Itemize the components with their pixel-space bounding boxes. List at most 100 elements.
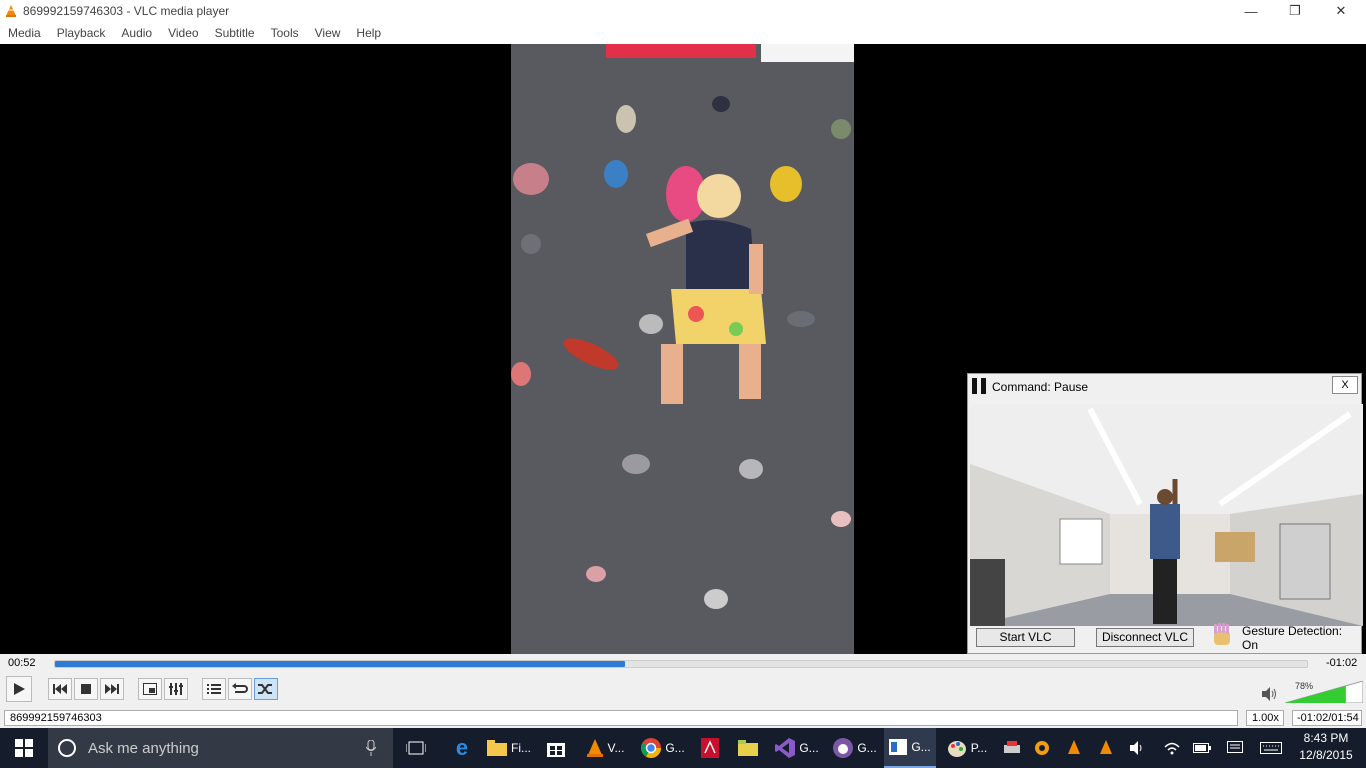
folder-icon [738, 740, 758, 756]
microphone-icon[interactable] [366, 740, 376, 756]
menu-audio[interactable]: Audio [113, 26, 160, 40]
play-button[interactable] [6, 676, 32, 702]
gesture-close-button[interactable]: X [1332, 376, 1358, 394]
restore-button[interactable]: ❐ [1272, 0, 1318, 22]
minimize-button[interactable]: — [1228, 0, 1274, 22]
fullscreen-icon [143, 683, 157, 695]
time-display[interactable]: -01:02/01:54 [1292, 710, 1362, 726]
task-view-icon [406, 741, 426, 755]
disconnect-vlc-button[interactable]: Disconnect VLC [1096, 628, 1194, 647]
loop-button[interactable] [228, 678, 252, 700]
menu-tools[interactable]: Tools [263, 26, 307, 40]
next-button[interactable] [100, 678, 124, 700]
seek-bar[interactable] [54, 660, 1308, 668]
taskbar-app-label: P... [970, 741, 988, 755]
visual-studio-icon [775, 738, 796, 758]
hand-gesture-icon [1214, 623, 1230, 645]
taskbar-chrome-button[interactable]: G... [636, 728, 690, 768]
play-icon [14, 683, 25, 695]
volume-tray-button[interactable] [1126, 728, 1150, 768]
taskbar-app-label: G... [799, 741, 819, 755]
cortana-search-box[interactable]: Ask me anything [48, 728, 393, 768]
store-icon [547, 743, 565, 757]
tray-app-icon[interactable] [1094, 728, 1118, 768]
camera-feed [970, 404, 1363, 626]
vlc-cone-icon [586, 739, 603, 757]
equalizer-icon [169, 683, 183, 695]
taskbar-gesture-app-button[interactable]: G... [884, 728, 936, 768]
vlc-cone-icon [1100, 740, 1112, 754]
status-bar: 869992159746303 1.00x -01:02/01:54 [0, 708, 1366, 728]
taskbar-app-label: G... [665, 741, 685, 755]
file-explorer-button[interactable]: Fi... [482, 728, 536, 768]
seek-progress [55, 661, 625, 667]
taskbar: Ask me anything e Fi... V... G... G... G… [0, 728, 1366, 768]
gesture-window-header: Command: Pause X [968, 374, 1361, 399]
folder-icon [487, 740, 507, 756]
taskbar-app-label: G... [857, 741, 877, 755]
speaker-icon[interactable] [1262, 687, 1278, 701]
taskbar-paint-button[interactable]: P... [940, 728, 994, 768]
filename-display: 869992159746303 [4, 710, 1238, 726]
windows-logo-icon [15, 739, 33, 757]
shuffle-button[interactable] [254, 678, 278, 700]
vlc-cone-icon [6, 5, 16, 17]
taskbar-app-label: V... [607, 741, 625, 755]
taskbar-folder-button[interactable] [732, 728, 764, 768]
pause-icon [972, 378, 986, 394]
playlist-button[interactable] [202, 678, 226, 700]
playlist-icon [207, 684, 221, 694]
elapsed-time: 00:52 [8, 657, 36, 669]
tray-app-icon[interactable] [1000, 728, 1024, 768]
volume-label: 78% [1295, 681, 1314, 691]
command-label: Command: Pause [992, 380, 1089, 394]
extended-settings-button[interactable] [164, 678, 188, 700]
stop-button[interactable] [74, 678, 98, 700]
tray-app-icon[interactable] [1030, 728, 1054, 768]
search-placeholder: Ask me anything [88, 739, 199, 757]
taskbar-acrobat-button[interactable] [694, 728, 726, 768]
clock-date: 12/8/2015 [1299, 748, 1353, 762]
action-center-button[interactable] [1222, 728, 1248, 768]
speaker-icon [1130, 741, 1142, 755]
chrome-icon [641, 738, 662, 758]
menu-subtitle[interactable]: Subtitle [207, 26, 263, 40]
menu-playback[interactable]: Playback [49, 26, 114, 40]
keyboard-icon [1260, 742, 1282, 754]
menu-help[interactable]: Help [348, 26, 389, 40]
battery-tray-button[interactable] [1190, 728, 1214, 768]
fullscreen-button[interactable] [138, 678, 162, 700]
gesture-window: Command: Pause X Start VLC Disconnect VL… [967, 373, 1363, 654]
start-button[interactable] [0, 728, 48, 768]
battery-icon [1193, 743, 1211, 753]
next-icon [105, 684, 119, 694]
volume-slider[interactable]: 78% [1284, 680, 1364, 704]
menu-video[interactable]: Video [160, 26, 206, 40]
menu-view[interactable]: View [307, 26, 349, 40]
taskbar-github-button[interactable]: G... [828, 728, 882, 768]
task-view-button[interactable] [400, 728, 432, 768]
orange-app-icon [1035, 741, 1049, 755]
tray-app-icon[interactable] [1062, 728, 1086, 768]
vlc-cone-icon [1068, 740, 1080, 754]
menu-media[interactable]: Media [0, 26, 49, 40]
playback-speed[interactable]: 1.00x [1246, 710, 1284, 726]
start-vlc-button[interactable]: Start VLC [976, 628, 1075, 647]
taskbar-vlc-button[interactable]: V... [578, 728, 632, 768]
title-bar: 869992159746303 - VLC media player — ❐ ✕ [0, 0, 1366, 22]
system-clock[interactable]: 8:43 PM 12/8/2015 [1296, 730, 1356, 764]
notification-icon [1227, 741, 1243, 753]
previous-button[interactable] [48, 678, 72, 700]
clock-time: 8:43 PM [1303, 731, 1349, 745]
shuffle-icon [258, 684, 272, 694]
edge-button[interactable]: e [446, 728, 478, 768]
keyboard-tray-button[interactable] [1256, 728, 1286, 768]
github-icon [833, 738, 854, 758]
taskbar-visual-studio-button[interactable]: G... [770, 728, 824, 768]
edge-icon: e [455, 735, 469, 760]
network-tray-button[interactable] [1160, 728, 1184, 768]
climbing-wall-image [511, 44, 854, 654]
camera-feed-image [970, 404, 1363, 626]
close-button[interactable]: ✕ [1318, 0, 1364, 22]
store-button[interactable] [540, 728, 572, 768]
